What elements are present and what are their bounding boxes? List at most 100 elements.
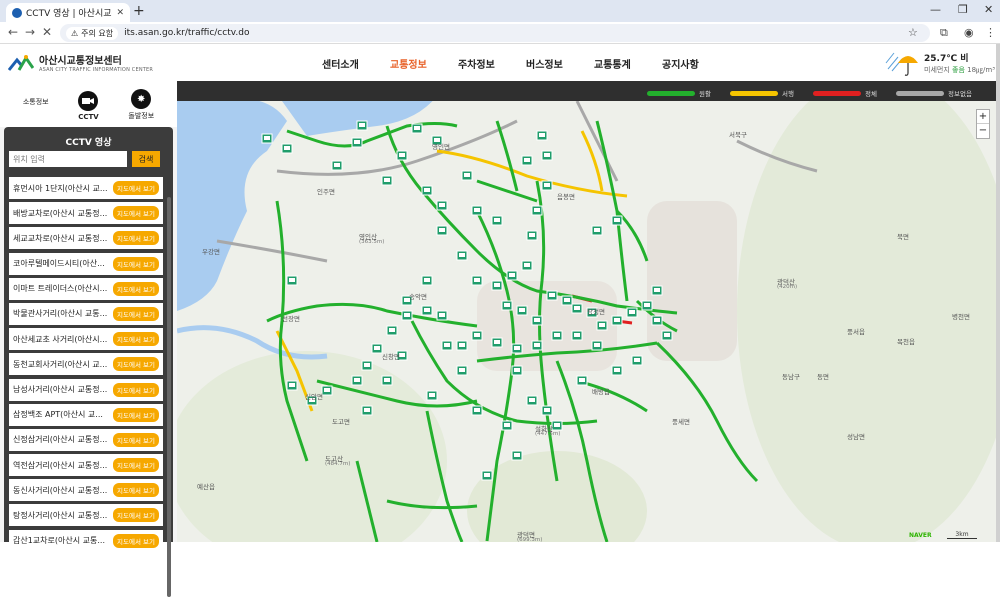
cctv-list-item[interactable]: 갑산1교차로(아산시 교통... 지도에서 보기	[9, 529, 163, 552]
tab-close-icon[interactable]: ✕	[116, 8, 124, 18]
cctv-map-marker-icon[interactable]	[471, 205, 483, 216]
view-on-map-button[interactable]: 지도에서 보기	[113, 407, 159, 422]
cctv-map-marker-icon[interactable]	[386, 325, 398, 336]
view-on-map-button[interactable]: 지도에서 보기	[113, 332, 159, 347]
cctv-map-marker-icon[interactable]	[526, 395, 538, 406]
view-on-map-button[interactable]: 지도에서 보기	[113, 231, 159, 246]
address-bar[interactable]: ⚠ 주의 요함 its.asan.go.kr/traffic/cctv.do	[60, 24, 930, 42]
cctv-map-marker-icon[interactable]	[541, 150, 553, 161]
quick-traffic-flow[interactable]: 소통정보	[23, 97, 49, 121]
security-chip[interactable]: ⚠ 주의 요함	[66, 26, 119, 40]
nav-center-intro[interactable]: 센터소개	[322, 56, 390, 71]
view-on-map-button[interactable]: 지도에서 보기	[113, 458, 159, 473]
location-search-input[interactable]	[9, 151, 127, 167]
cctv-map-marker-icon[interactable]	[401, 310, 413, 321]
nav-traffic-info[interactable]: 교통정보	[390, 56, 458, 71]
cctv-map-marker-icon[interactable]	[461, 170, 473, 181]
cctv-map-marker-icon[interactable]	[531, 205, 543, 216]
cctv-list-item[interactable]: 아산세교초 사거리(아산시... 지도에서 보기	[9, 328, 163, 351]
cctv-map-marker-icon[interactable]	[396, 150, 408, 161]
profile-icon[interactable]: ◉	[964, 26, 974, 39]
nav-notices[interactable]: 공지사항	[662, 56, 730, 71]
cctv-map-marker-icon[interactable]	[506, 270, 518, 281]
zoom-out-button[interactable]: −	[977, 124, 989, 138]
view-on-map-button[interactable]: 지도에서 보기	[113, 483, 159, 498]
cctv-map-marker-icon[interactable]	[546, 290, 558, 301]
cctv-list-item[interactable]: 삼정백조 APT(아산시 교... 지도에서 보기	[9, 403, 163, 426]
cctv-map-marker-icon[interactable]	[351, 137, 363, 148]
cctv-map-marker-icon[interactable]	[471, 330, 483, 341]
cctv-map-marker-icon[interactable]	[441, 340, 453, 351]
cctv-map-marker-icon[interactable]	[551, 330, 563, 341]
cctv-list-item[interactable]: 역전삼거리(아산시 교통정... 지도에서 보기	[9, 454, 163, 477]
traffic-map[interactable]: 원활 서행 정체 정보없음 서북구 동남구 영인면 인주면 음봉면 탕정면 배방읍 풍세면 송악…	[177, 81, 996, 542]
view-on-map-button[interactable]: 지도에서 보기	[113, 306, 159, 321]
cctv-map-marker-icon[interactable]	[626, 307, 638, 318]
cctv-map-marker-icon[interactable]	[456, 365, 468, 376]
cctv-map-marker-icon[interactable]	[551, 420, 563, 431]
cctv-map-marker-icon[interactable]	[381, 175, 393, 186]
cctv-map-marker-icon[interactable]	[521, 155, 533, 166]
nav-bus-info[interactable]: 버스정보	[526, 56, 594, 71]
cctv-map-marker-icon[interactable]	[351, 375, 363, 386]
cctv-map-marker-icon[interactable]	[421, 305, 433, 316]
view-on-map-button[interactable]: 지도에서 보기	[113, 281, 159, 296]
cctv-map-marker-icon[interactable]	[436, 225, 448, 236]
view-on-map-button[interactable]: 지도에서 보기	[113, 357, 159, 372]
cctv-list-item[interactable]: 배방교차로(아산시 교통정... 지도에서 보기	[9, 202, 163, 225]
cctv-map-marker-icon[interactable]	[371, 343, 383, 354]
cctv-list-item[interactable]: 세교교차로(아산시 교통정... 지도에서 보기	[9, 227, 163, 250]
cctv-map-marker-icon[interactable]	[651, 315, 663, 326]
nav-traffic-stats[interactable]: 교통통계	[594, 56, 662, 71]
cctv-map-marker-icon[interactable]	[356, 120, 368, 131]
cctv-list-item[interactable]: 휴먼시아 1단지(아산시 교... 지도에서 보기	[9, 177, 163, 199]
cctv-map-marker-icon[interactable]	[331, 160, 343, 171]
browser-menu-icon[interactable]: ⋮	[985, 26, 996, 39]
cctv-map-marker-icon[interactable]	[436, 310, 448, 321]
view-on-map-button[interactable]: 지도에서 보기	[113, 508, 159, 523]
site-logo[interactable]: 아산시교통정보센터 ASAN CITY TRAFFIC INFORMATION …	[8, 52, 153, 73]
cctv-map-marker-icon[interactable]	[591, 340, 603, 351]
cctv-map-marker-icon[interactable]	[426, 390, 438, 401]
cctv-map-marker-icon[interactable]	[611, 315, 623, 326]
cctv-map-marker-icon[interactable]	[531, 315, 543, 326]
browser-tab[interactable]: CCTV 영상 | 아산시교통정보센 ✕	[6, 3, 130, 22]
cctv-map-marker-icon[interactable]	[651, 285, 663, 296]
cctv-map-marker-icon[interactable]	[511, 343, 523, 354]
cctv-map-marker-icon[interactable]	[261, 133, 273, 144]
cctv-map-marker-icon[interactable]	[561, 295, 573, 306]
cctv-map-marker-icon[interactable]	[421, 185, 433, 196]
search-button[interactable]: 검색	[132, 151, 160, 167]
cctv-list-item[interactable]: 동천교회사거리(아산시 교... 지도에서 보기	[9, 353, 163, 376]
cctv-map-marker-icon[interactable]	[631, 355, 643, 366]
cctv-map-marker-icon[interactable]	[436, 200, 448, 211]
cctv-map-marker-icon[interactable]	[491, 280, 503, 291]
cctv-map-marker-icon[interactable]	[481, 470, 493, 481]
minimize-icon[interactable]: —	[930, 3, 941, 16]
cctv-map-marker-icon[interactable]	[456, 250, 468, 261]
cctv-map-marker-icon[interactable]	[536, 130, 548, 141]
view-on-map-button[interactable]: 지도에서 보기	[113, 181, 159, 195]
cctv-map-marker-icon[interactable]	[611, 365, 623, 376]
cctv-list-item[interactable]: 남성사거리(아산시 교통정... 지도에서 보기	[9, 378, 163, 401]
cctv-list-item[interactable]: 동신사거리(아산시 교통정... 지도에서 보기	[9, 479, 163, 502]
cctv-map-marker-icon[interactable]	[531, 340, 543, 351]
zoom-in-button[interactable]: +	[977, 110, 989, 124]
cctv-list-item[interactable]: 탕정사거리(아산시 교통정... 지도에서 보기	[9, 504, 163, 527]
cctv-list-scrollbar[interactable]	[167, 197, 171, 597]
cctv-map-marker-icon[interactable]	[361, 405, 373, 416]
cctv-map-marker-icon[interactable]	[571, 330, 583, 341]
cctv-map-marker-icon[interactable]	[541, 180, 553, 191]
cctv-map-marker-icon[interactable]	[471, 405, 483, 416]
cctv-map-marker-icon[interactable]	[381, 375, 393, 386]
view-on-map-button[interactable]: 지도에서 보기	[113, 206, 159, 221]
cctv-list-item[interactable]: 이마트 트레이더스(아산시... 지도에서 보기	[9, 277, 163, 300]
back-icon[interactable]: ←	[8, 25, 18, 39]
cctv-map-marker-icon[interactable]	[521, 260, 533, 271]
cctv-map-marker-icon[interactable]	[281, 143, 293, 154]
cctv-map-marker-icon[interactable]	[501, 420, 513, 431]
cctv-map-marker-icon[interactable]	[321, 385, 333, 396]
cctv-map-marker-icon[interactable]	[456, 340, 468, 351]
cctv-map-marker-icon[interactable]	[491, 337, 503, 348]
page-scrollbar[interactable]	[996, 44, 1000, 542]
